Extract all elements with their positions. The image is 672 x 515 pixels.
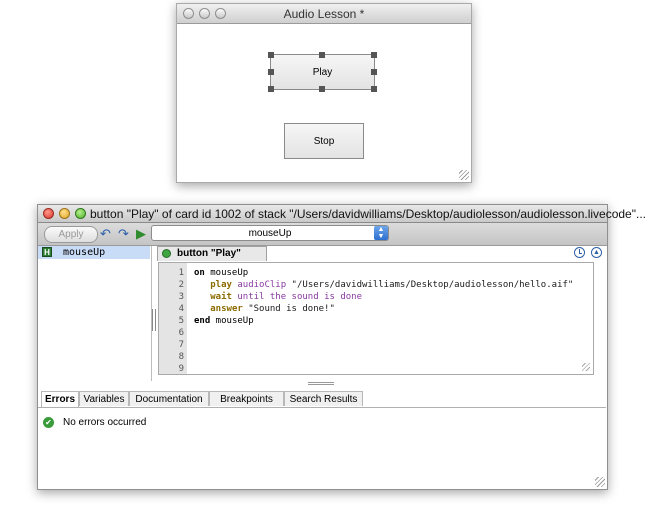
line-number: 6: [178, 328, 184, 338]
close-window-icon[interactable]: [43, 208, 54, 219]
selection-handle[interactable]: [319, 52, 325, 58]
selection-handle[interactable]: [319, 86, 325, 92]
editor-titlebar[interactable]: button "Play" of card id 1002 of stack "…: [38, 205, 646, 223]
checkmark-icon: ✔: [43, 417, 54, 428]
handler-list-item[interactable]: H mouseUp: [38, 246, 150, 259]
selection-handle[interactable]: [268, 69, 274, 75]
code-line: answer "Sound is done!": [194, 304, 335, 314]
status-message: No errors occurred: [63, 417, 147, 428]
code-identifier: mouseUp: [210, 316, 254, 326]
line-number: 9: [178, 364, 184, 374]
handler-type-icon: H: [42, 247, 52, 257]
editor-toolbar: Apply ↶ ↷ ▶ mouseUp ▲ ▼: [38, 223, 607, 246]
editor-window-title: button "Play" of card id 1002 of stack "…: [90, 207, 646, 221]
handler-list-pane: H mouseUp: [38, 246, 152, 381]
errors-pane: ✔ No errors occurred: [38, 408, 606, 488]
redo-icon[interactable]: ↷: [118, 225, 129, 242]
code-command: play: [210, 280, 232, 290]
stop-button[interactable]: Stop: [284, 123, 364, 159]
select-arrows-icon[interactable]: ▲ ▼: [374, 226, 388, 240]
undo-icon[interactable]: ↶: [100, 225, 111, 242]
line-number: 2: [178, 280, 184, 290]
code-identifier: mouseUp: [204, 268, 249, 278]
tab-errors[interactable]: Errors: [41, 391, 79, 407]
tab-breakpoints[interactable]: Breakpoints: [209, 391, 284, 406]
history-clock-icon[interactable]: [574, 247, 585, 258]
code-text: until the sound is done: [231, 292, 362, 302]
bottom-tab-bar: Errors Variables Documentation Breakpoin…: [38, 391, 606, 408]
code-property: audioClip: [231, 280, 287, 290]
resize-grip-icon[interactable]: [595, 477, 605, 487]
resize-grip-icon[interactable]: [582, 363, 590, 371]
play-button[interactable]: Play: [268, 52, 377, 92]
code-command: wait: [210, 292, 232, 302]
handler-select-value: mouseUp: [248, 228, 292, 239]
tab-variables[interactable]: Variables: [79, 391, 129, 406]
line-number: 5: [178, 316, 184, 326]
stop-button-label: Stop: [313, 135, 335, 147]
handler-select[interactable]: mouseUp ▲ ▼: [151, 225, 389, 241]
script-tab-bar: button "Play" ▲: [157, 246, 606, 261]
resize-grip-icon[interactable]: [459, 170, 469, 180]
vertical-splitter[interactable]: [152, 309, 156, 331]
line-number: 8: [178, 352, 184, 362]
stack-window: Audio Lesson * Play Stop: [176, 3, 472, 183]
object-status-icon: [162, 249, 171, 258]
selection-handle[interactable]: [268, 86, 274, 92]
line-number: 1: [178, 268, 184, 278]
code-line: play audioClip "/Users/davidwilliams/Des…: [194, 280, 573, 290]
line-number: 3: [178, 292, 184, 302]
stack-window-titlebar[interactable]: Audio Lesson *: [177, 4, 471, 24]
line-number: 4: [178, 304, 184, 314]
stack-window-title: Audio Lesson *: [283, 7, 365, 21]
tab-button-play[interactable]: button "Play": [157, 246, 267, 261]
code-string: "Sound is done!": [242, 304, 335, 314]
selection-handle[interactable]: [268, 52, 274, 58]
line-number: 7: [178, 340, 184, 350]
play-button-label: Play: [312, 66, 333, 78]
code-string: "/Users/davidwilliams/Desktop/audiolesso…: [286, 280, 574, 290]
code-line: wait until the sound is done: [194, 292, 362, 302]
apply-button[interactable]: Apply: [44, 226, 98, 243]
line-number-gutter: 1 2 3 4 5 6 7 8 9: [159, 263, 187, 374]
tab-documentation[interactable]: Documentation: [129, 391, 209, 406]
code-line: end mouseUp: [194, 316, 254, 326]
handler-name: mouseUp: [63, 247, 106, 258]
code-keyword: end: [194, 316, 211, 326]
collapse-up-icon[interactable]: ▲: [591, 247, 602, 258]
minimize-window-icon[interactable]: [59, 208, 70, 219]
zoom-window-icon[interactable]: [75, 208, 86, 219]
tab-search-results[interactable]: Search Results: [284, 391, 363, 406]
script-editor-window: button "Play" of card id 1002 of stack "…: [37, 204, 646, 490]
tab-label: button "Play": [177, 248, 241, 259]
horizontal-splitter[interactable]: [308, 382, 334, 385]
code-keyword: on: [194, 268, 205, 278]
run-icon[interactable]: ▶: [136, 225, 146, 242]
selection-handle[interactable]: [371, 86, 377, 92]
selection-handle[interactable]: [371, 52, 377, 58]
code-command: answer: [210, 304, 243, 314]
script-editor-field[interactable]: 1 2 3 4 5 6 7 8 9 on mouseUp play audioC…: [158, 262, 594, 375]
selection-handle[interactable]: [371, 69, 377, 75]
code-line: on mouseUp: [194, 268, 248, 278]
